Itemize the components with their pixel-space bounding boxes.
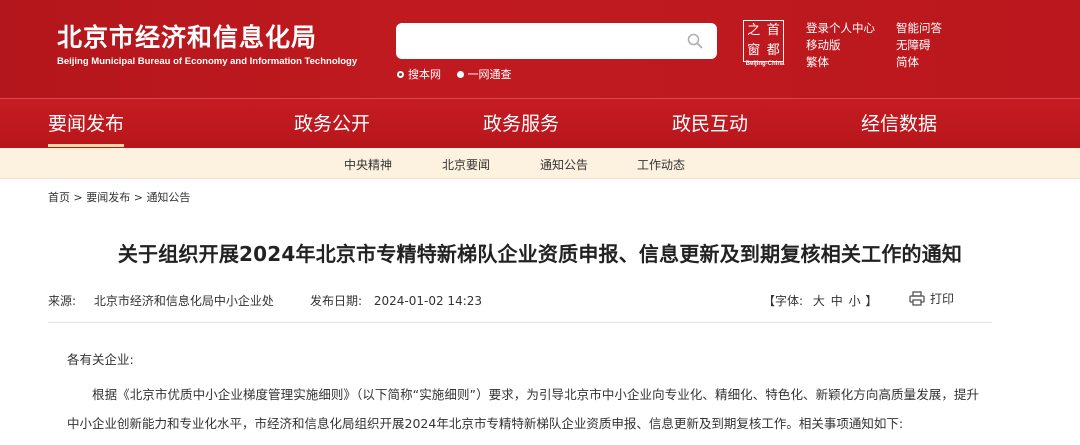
font-size-medium-button[interactable]: 中 <box>831 294 843 308</box>
print-label: 打印 <box>930 292 955 306</box>
subnav-item-central-spirit[interactable]: 中央精神 <box>344 156 392 173</box>
smart-qa-link[interactable]: 智能问答 <box>896 20 986 36</box>
search-scope-all-radio[interactable]: 一网通查 <box>456 66 512 82</box>
breadcrumb-news-release[interactable]: 要闻发布 <box>86 191 130 204</box>
search-input[interactable] <box>404 29 678 55</box>
search-scope-site-radio[interactable]: 搜本网 <box>397 66 441 82</box>
nav-item-government-services[interactable]: 政务服务 <box>483 109 559 136</box>
nav-item-news-release[interactable]: 要闻发布 <box>48 109 124 136</box>
subnav-item-work-updates[interactable]: 工作动态 <box>637 156 685 173</box>
date-value: 2024-01-02 14:23 <box>373 294 483 308</box>
sub-nav: 中央精神 北京要闻 通知公告 工作动态 <box>0 148 1080 179</box>
article-source: 来源: 北京市经济和信息化局中小企业处 <box>48 292 274 309</box>
breadcrumb-home[interactable]: 首页 <box>48 191 70 204</box>
font-size-label: 【字体: <box>763 294 804 308</box>
nav-item-economy-data[interactable]: 经信数据 <box>861 109 937 136</box>
nav-active-indicator <box>48 144 124 147</box>
printer-icon <box>909 291 925 306</box>
simplified-chinese-link[interactable]: 简体 <box>896 54 986 70</box>
date-label: 发布日期: <box>310 294 363 308</box>
main-nav: 要闻发布 政务公开 政务服务 政民互动 经信数据 <box>0 98 1080 148</box>
font-size-control: 【字体: 大 中 小 】 <box>763 292 877 309</box>
breadcrumb-separator: > <box>73 191 83 204</box>
login-personal-center-link[interactable]: 登录个人中心 <box>806 20 896 36</box>
site-header: 北京市经济和信息化局 Beijing Municipal Bureau of E… <box>0 0 1080 98</box>
breadcrumb: 首页 > 要闻发布 > 通知公告 <box>48 189 190 205</box>
nav-item-government-affairs-disclosure[interactable]: 政务公开 <box>294 109 370 136</box>
article-publish-date: 发布日期: 2024-01-02 14:23 <box>310 292 482 309</box>
breadcrumb-separator: > <box>133 191 143 204</box>
search-scope-options: 搜本网 一网通查 <box>397 66 524 82</box>
site-logo-english[interactable]: Beijing Municipal Bureau of Economy and … <box>57 56 357 67</box>
search-scope-site-label: 搜本网 <box>408 68 441 81</box>
meta-divider <box>48 322 992 323</box>
subnav-item-beijing-news[interactable]: 北京要闻 <box>442 156 490 173</box>
source-value: 北京市经济和信息化局中小企业处 <box>93 294 274 308</box>
accessibility-link[interactable]: 无障碍 <box>896 37 986 53</box>
font-size-label-close: 】 <box>865 294 878 308</box>
seal-char: 首 <box>766 23 780 38</box>
source-label: 来源: <box>48 294 77 308</box>
mobile-version-link[interactable]: 移动版 <box>806 37 896 53</box>
subnav-item-notices[interactable]: 通知公告 <box>540 156 588 173</box>
seal-char: 之 <box>747 23 761 38</box>
breadcrumb-notices[interactable]: 通知公告 <box>146 191 190 204</box>
seal-char: 都 <box>766 43 780 58</box>
radio-selected-indicator <box>397 70 404 78</box>
traditional-chinese-link[interactable]: 繁体 <box>806 54 896 70</box>
article-title: 关于组织开展2024年北京市专精特新梯队企业资质申报、信息更新及到期复核相关工作… <box>117 242 963 266</box>
font-size-small-button[interactable]: 小 <box>849 294 861 308</box>
seal-caption: Beijing-China <box>745 61 785 67</box>
header-quick-links: 登录个人中心 智能问答 移动版 无障碍 繁体 简体 <box>806 20 986 70</box>
capital-window-seal-logo[interactable]: 之 首 窗 都 <box>743 20 784 62</box>
search-box <box>396 23 717 59</box>
article-greeting: 各有关企业: <box>67 352 134 367</box>
seal-char: 窗 <box>747 43 761 58</box>
search-scope-all-label: 一网通查 <box>467 68 512 81</box>
article-paragraph: 根据《北京市优质中小企业梯度管理实施细则》（以下简称“实施细则”）要求，为引导北… <box>67 387 979 431</box>
radio-indicator <box>456 70 464 78</box>
site-logo-chinese[interactable]: 北京市经济和信息化局 <box>57 18 317 54</box>
nav-item-public-interaction[interactable]: 政民互动 <box>672 109 748 136</box>
print-button[interactable]: 打印 <box>909 290 954 307</box>
font-size-large-button[interactable]: 大 <box>813 294 825 308</box>
search-icon[interactable] <box>687 33 703 49</box>
